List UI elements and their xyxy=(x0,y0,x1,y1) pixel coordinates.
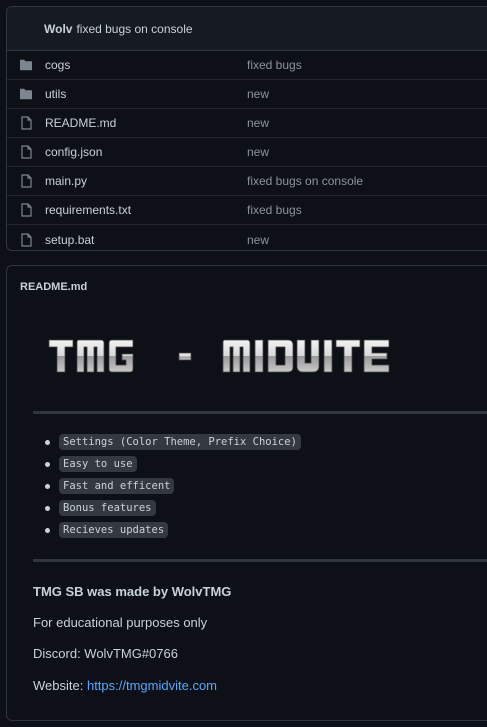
bullet-icon xyxy=(45,483,50,489)
feature-list: Settings (Color Theme, Prefix Choice) Ea… xyxy=(33,431,301,541)
file-commit-message[interactable]: fixed bugs xyxy=(247,203,302,217)
tmg-midvite-logo xyxy=(47,336,407,376)
horizontal-rule xyxy=(33,559,487,562)
file-commit-message[interactable]: fixed bugs xyxy=(247,58,302,72)
file-row-cogs[interactable]: cogs fixed bugs xyxy=(7,51,487,80)
file-name[interactable]: config.json xyxy=(45,145,247,159)
file-icon xyxy=(19,116,33,130)
file-icon xyxy=(19,174,33,188)
horizontal-rule xyxy=(33,411,487,414)
purpose-text: For educational purposes only xyxy=(33,615,208,630)
file-commit-message[interactable]: new xyxy=(247,233,269,247)
website-label: Website: xyxy=(33,678,84,693)
file-name[interactable]: main.py xyxy=(45,174,247,188)
feature-code: Bonus features xyxy=(59,500,156,516)
bullet-icon xyxy=(45,527,50,533)
bullet-icon xyxy=(45,505,50,511)
file-icon xyxy=(19,232,33,247)
file-row-readme[interactable]: README.md new xyxy=(7,109,487,138)
readme-panel: README.md Settings (Color Theme, Prefix … xyxy=(6,265,487,721)
discord-text: Discord: WolvTMG#0766 xyxy=(33,646,178,661)
file-row-config[interactable]: config.json new xyxy=(7,138,487,167)
file-icon xyxy=(19,203,33,217)
latest-commit-bar: Wolv fixed bugs on console xyxy=(7,7,487,51)
commit-author[interactable]: Wolv xyxy=(44,22,72,36)
folder-icon xyxy=(19,58,33,72)
list-item: Bonus features xyxy=(33,497,301,519)
list-item: Easy to use xyxy=(33,453,301,475)
commit-message[interactable]: fixed bugs on console xyxy=(76,22,192,36)
made-by-text: TMG SB was made by WolvTMG xyxy=(33,584,232,599)
file-commit-message[interactable]: new xyxy=(247,116,269,130)
logo-graphic xyxy=(48,339,390,373)
file-name[interactable]: README.md xyxy=(45,116,247,130)
file-icon xyxy=(19,145,33,159)
list-item: Fast and efficent xyxy=(33,475,301,497)
file-commit-message[interactable]: new xyxy=(247,145,269,159)
file-row-main[interactable]: main.py fixed bugs on console xyxy=(7,167,487,196)
file-name[interactable]: utils xyxy=(45,87,247,101)
list-item: Recieves updates xyxy=(33,519,301,541)
feature-code: Recieves updates xyxy=(59,522,169,538)
file-row-requirements[interactable]: requirements.txt fixed bugs xyxy=(7,196,487,225)
file-commit-message[interactable]: new xyxy=(247,87,269,101)
feature-code: Settings (Color Theme, Prefix Choice) xyxy=(59,434,301,450)
feature-code: Fast and efficent xyxy=(59,478,175,494)
file-row-setup[interactable]: setup.bat new xyxy=(7,225,487,250)
file-browser: Wolv fixed bugs on console cogs fixed bu… xyxy=(6,6,487,251)
folder-icon xyxy=(19,87,33,101)
bullet-icon xyxy=(45,439,50,445)
file-name[interactable]: setup.bat xyxy=(45,233,247,247)
feature-code: Easy to use xyxy=(59,456,137,472)
website-line: Website: https://tmgmidvite.com xyxy=(33,678,217,693)
bullet-icon xyxy=(45,461,50,467)
readme-title[interactable]: README.md xyxy=(7,266,487,308)
file-name[interactable]: cogs xyxy=(45,58,247,72)
website-link[interactable]: https://tmgmidvite.com xyxy=(87,678,217,693)
file-commit-message[interactable]: fixed bugs on console xyxy=(247,174,363,188)
repository-page: Wolv fixed bugs on console cogs fixed bu… xyxy=(0,0,487,727)
file-row-utils[interactable]: utils new xyxy=(7,80,487,109)
list-item: Settings (Color Theme, Prefix Choice) xyxy=(33,431,301,453)
file-name[interactable]: requirements.txt xyxy=(45,203,247,217)
